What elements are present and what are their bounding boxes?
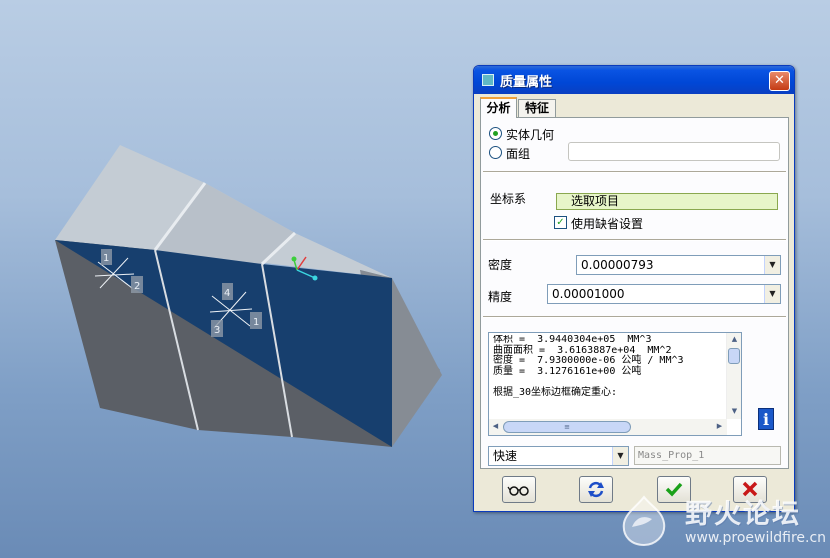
accuracy-label: 精度: [488, 290, 513, 304]
solid-geometry-label: 实体几何: [506, 128, 555, 142]
quilt-radio[interactable]: [489, 146, 502, 159]
results-line: 密度 = 7.9300000e-06 公吨 / MM^3: [493, 355, 684, 366]
mode-combo[interactable]: 快速 ▼: [488, 446, 629, 466]
watermark-title: 野火论坛: [685, 499, 801, 530]
density-value: 0.00000793: [581, 258, 654, 272]
scroll-right-icon[interactable]: ▶: [713, 420, 726, 433]
solid-geometry-radio[interactable]: [489, 127, 502, 140]
accuracy-value: 0.00001000: [552, 287, 625, 301]
scroll-thumb[interactable]: ≡: [503, 421, 631, 433]
close-icon: ✕: [774, 73, 785, 88]
repeat-button[interactable]: [579, 476, 613, 503]
dialog-title-bar[interactable]: 质量属性 ✕: [474, 66, 794, 94]
results-horizontal-scrollbar[interactable]: ◀ ≡ ▶: [489, 419, 727, 435]
csys-label: 坐标系: [490, 192, 527, 206]
results-text: 体积 = 3.9440304e+05 MM^3 曲面面积 = 3.6163887e…: [493, 335, 723, 417]
results-text-area[interactable]: 体积 = 3.9440304e+05 MM^3 曲面面积 = 3.6163887e…: [488, 332, 742, 436]
mode-value: 快速: [493, 449, 518, 463]
datum-label: 4: [224, 288, 230, 299]
analysis-name-field[interactable]: Mass_Prop_1: [634, 446, 781, 465]
tab-analysis[interactable]: 分析: [480, 97, 517, 118]
quilt-label: 面组: [506, 147, 531, 161]
forum-watermark: 野火论坛 www.proewildfire.cn: [615, 490, 830, 558]
dialog-title: 质量属性: [500, 75, 553, 90]
refresh-icon: [588, 481, 604, 498]
datum-label: 1: [103, 253, 109, 264]
glasses-icon: [507, 486, 529, 496]
results-line: 质量 = 3.1276161e+00 公吨: [493, 365, 642, 377]
results-vertical-scrollbar[interactable]: ▲ ▼: [726, 333, 741, 419]
scroll-left-icon[interactable]: ◀: [489, 420, 502, 433]
quilt-collector-field[interactable]: [568, 142, 780, 161]
density-combo[interactable]: 0.00000793 ▼: [576, 255, 781, 275]
divider: [483, 239, 786, 241]
density-label: 密度: [488, 258, 513, 272]
results-line: [493, 377, 723, 388]
results-line: 体积 = 3.9440304e+05 MM^3: [493, 335, 652, 345]
watermark-url: www.proewildfire.cn: [685, 530, 827, 546]
info-icon[interactable]: i: [758, 408, 774, 430]
mass-properties-dialog: 质量属性 ✕ 分析 特征 实体几何 面组 坐标系 选取项目 ✓ 使用缺省设置 密…: [473, 65, 795, 512]
datum-label: 2: [134, 281, 140, 292]
chevron-down-icon[interactable]: ▼: [764, 256, 780, 274]
datum-label: 3: [214, 325, 220, 336]
scroll-thumb[interactable]: [728, 348, 740, 364]
tab-feature[interactable]: 特征: [518, 99, 556, 117]
chevron-down-icon[interactable]: ▼: [764, 285, 780, 303]
csys-select-item-field[interactable]: 选取项目: [556, 193, 778, 210]
dialog-app-icon: [482, 74, 494, 86]
divider: [483, 316, 786, 318]
divider: [483, 171, 786, 173]
preview-button[interactable]: [502, 476, 536, 503]
scroll-down-icon[interactable]: ▼: [728, 405, 741, 418]
datum-label: 1: [253, 317, 259, 328]
results-line: 根据_30坐标边框确定重心:: [493, 386, 618, 398]
close-button[interactable]: ✕: [769, 71, 790, 91]
scroll-up-icon[interactable]: ▲: [728, 333, 741, 346]
use-default-checkbox[interactable]: ✓: [554, 216, 567, 229]
accuracy-combo[interactable]: 0.00001000 ▼: [547, 284, 781, 304]
watermark-logo-icon: [622, 495, 666, 547]
use-default-label: 使用缺省设置: [571, 217, 644, 231]
chevron-down-icon[interactable]: ▼: [612, 447, 628, 465]
